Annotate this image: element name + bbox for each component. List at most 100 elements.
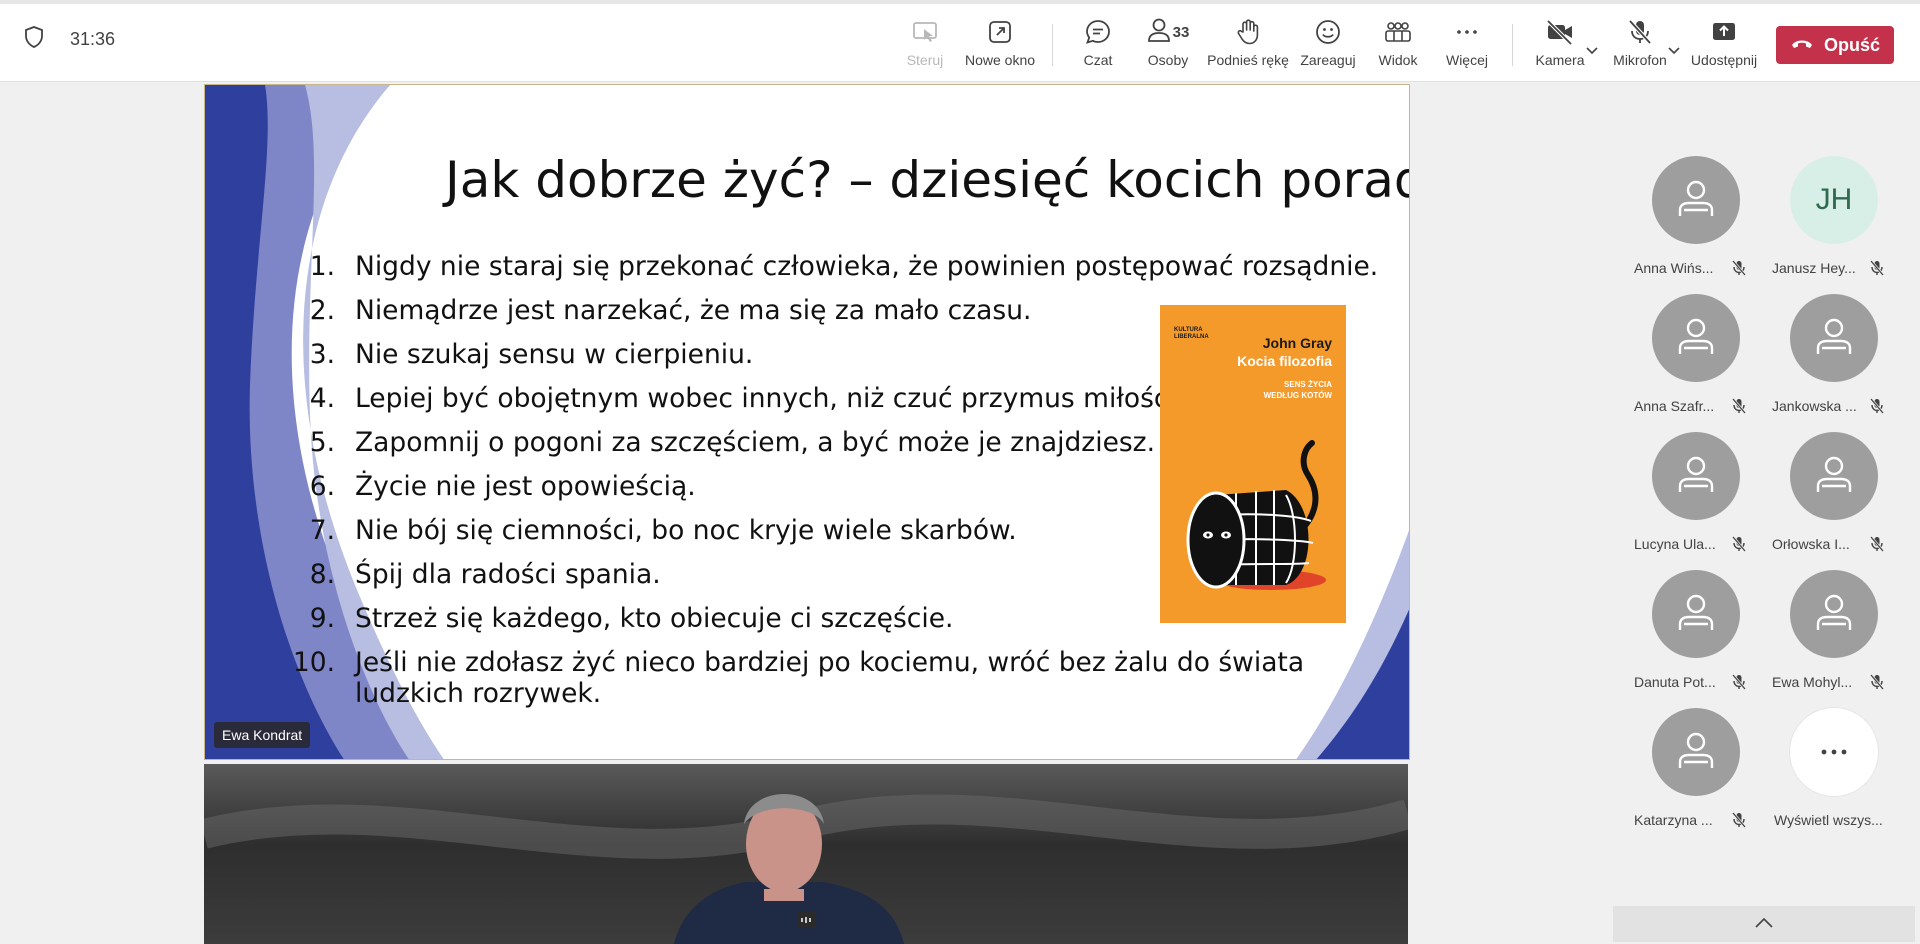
list-number: 6. (309, 471, 335, 502)
book-title: Kocia filozofia (1237, 353, 1332, 369)
list-text: Zapomnij o pogoni za szczęściem, a być m… (355, 427, 1156, 458)
list-text: Życie nie jest opowieścią. (355, 471, 696, 502)
participant-avatar[interactable] (1790, 570, 1878, 658)
presenter-video (204, 764, 1408, 944)
chat-icon (1084, 16, 1112, 48)
list-text: Nie bój się ciemności, bo noc kryje wiel… (355, 515, 1017, 546)
hang-up-icon (1790, 35, 1814, 56)
presenter-video-frame (204, 794, 1408, 944)
participant-name: Jankowska ... (1772, 398, 1857, 414)
show-all-label[interactable]: Wyświetl wszys... (1774, 812, 1883, 828)
camera-options-chevron-down-icon[interactable] (1586, 42, 1598, 60)
person-icon (1812, 452, 1856, 501)
view-label: Widok (1378, 52, 1418, 68)
toolbar-divider (1052, 24, 1053, 66)
book-author: John Gray (1262, 335, 1332, 351)
mic-off-icon (1732, 536, 1746, 557)
participant-avatar[interactable] (1652, 708, 1740, 796)
steruj-button[interactable]: Steruj (903, 16, 947, 74)
camera-label: Kamera (1535, 52, 1585, 68)
raise-hand-label: Podnieś rękę (1207, 52, 1289, 68)
show-all-participants-button[interactable] (1790, 708, 1878, 796)
people-label: Osoby (1147, 52, 1189, 68)
gallery-icon (1383, 16, 1413, 48)
mic-off-icon (1870, 398, 1884, 419)
participant-name: Katarzyna ... (1634, 812, 1713, 828)
mic-off-icon (1732, 674, 1746, 695)
meeting-toolbar: 31:36 Steruj Nowe okno Czat 33 Osoby Pod… (0, 0, 1920, 82)
participant-avatar[interactable] (1652, 294, 1740, 382)
participant-avatar[interactable] (1790, 432, 1878, 520)
new-window-label: Nowe okno (964, 52, 1036, 68)
mic-off-icon (1732, 398, 1746, 419)
more-label: Więcej (1445, 52, 1488, 68)
slide-title: Jak dobrze żyć? – dziesięć kocich porad (445, 151, 1410, 209)
camera-off-icon (1545, 16, 1575, 48)
camera-button[interactable]: Kamera (1534, 16, 1586, 74)
new-window-button[interactable]: Nowe okno (964, 16, 1036, 74)
participant-avatar[interactable] (1652, 156, 1740, 244)
view-button[interactable]: Widok (1376, 16, 1420, 74)
list-text: Śpij dla radości spania. (355, 559, 661, 590)
mic-off-icon (1626, 16, 1654, 48)
list-text: Strzeż się każdego, kto obiecuje ci szcz… (355, 603, 954, 634)
shared-slide: Jak dobrze żyć? – dziesięć kocich porad … (204, 84, 1410, 760)
list-text: Jeśli nie zdołasz żyć nieco bardziej po … (355, 647, 1305, 709)
presenter-name-tag: Ewa Kondrat (214, 722, 311, 748)
person-icon (1812, 590, 1856, 639)
chat-label: Czat (1083, 52, 1113, 68)
people-button[interactable]: 33 Osoby (1144, 16, 1192, 74)
microphone-button[interactable]: Mikrofon (1612, 16, 1668, 74)
mic-off-icon (1870, 260, 1884, 281)
list-item: 10. Jeśli nie zdołasz żyć nieco bardziej … (255, 641, 1395, 709)
people-icon-wrap: 33 (1147, 16, 1190, 49)
participant-avatar[interactable] (1790, 294, 1878, 382)
leave-label: Opuść (1823, 34, 1880, 55)
participant-count: 33 (1172, 23, 1190, 41)
chevron-up-icon (1755, 915, 1773, 933)
list-item: 1. Nigdy nie staraj się przekonać człowie… (255, 245, 1395, 289)
more-button[interactable]: Więcej (1444, 16, 1490, 74)
list-number: 9. (309, 603, 335, 634)
microphone-label: Mikrofon (1613, 52, 1667, 68)
mic-off-icon (1732, 260, 1746, 281)
person-icon (1674, 314, 1718, 363)
shield-icon[interactable] (24, 26, 44, 53)
leave-button[interactable]: Opuść (1776, 26, 1894, 64)
mic-options-chevron-down-icon[interactable] (1668, 42, 1680, 60)
person-icon (1674, 590, 1718, 639)
book-cover: KULTURA LIBERALNA John Gray Kocia filozo… (1160, 305, 1346, 623)
list-text: Nigdy nie staraj się przekonać człowieka… (355, 251, 1379, 282)
participant-avatar[interactable] (1652, 570, 1740, 658)
book-publisher: KULTURA LIBERALNA (1174, 327, 1209, 340)
book-subtitle: SENS ŻYCIA WEDŁUG KOTÓW (1263, 380, 1332, 400)
raise-hand-button[interactable]: Podnieś rękę (1207, 16, 1289, 74)
collapse-participants-button[interactable] (1613, 906, 1915, 942)
participant-avatar[interactable]: JH (1790, 156, 1878, 244)
chat-button[interactable]: Czat (1080, 16, 1116, 74)
toolbar-left: 31:36 (24, 26, 115, 53)
share-screen-icon (1710, 16, 1738, 48)
person-icon (1147, 16, 1171, 49)
share-button[interactable]: Udostępnij (1690, 16, 1758, 74)
participant-name: Anna Wińs... (1634, 260, 1714, 276)
cat-in-barrel-illustration (1186, 440, 1326, 590)
participant-name: Danuta Pot... (1634, 674, 1716, 690)
participant-name: Lucyna Ula... (1634, 536, 1716, 552)
meeting-timer: 31:36 (70, 29, 116, 49)
list-number: 8. (309, 559, 335, 590)
mic-off-icon (1870, 674, 1884, 695)
react-button[interactable]: Zareaguj (1300, 16, 1356, 74)
toolbar-divider (1512, 24, 1513, 66)
mic-off-icon (1870, 536, 1884, 557)
participant-name: Ewa Mohyl... (1772, 674, 1853, 690)
list-number: 7. (309, 515, 335, 546)
avatar-initials: JH (1815, 183, 1853, 216)
list-text: Lepiej być obojętnym wobec innych, niż c… (355, 383, 1185, 414)
list-number: 3. (309, 339, 335, 370)
participant-avatar[interactable] (1652, 432, 1740, 520)
list-number: 10. (292, 647, 335, 678)
list-text: Nie szukaj sensu w cierpieniu. (355, 339, 754, 370)
control-icon (911, 16, 939, 48)
more-dots-icon (1453, 16, 1481, 48)
